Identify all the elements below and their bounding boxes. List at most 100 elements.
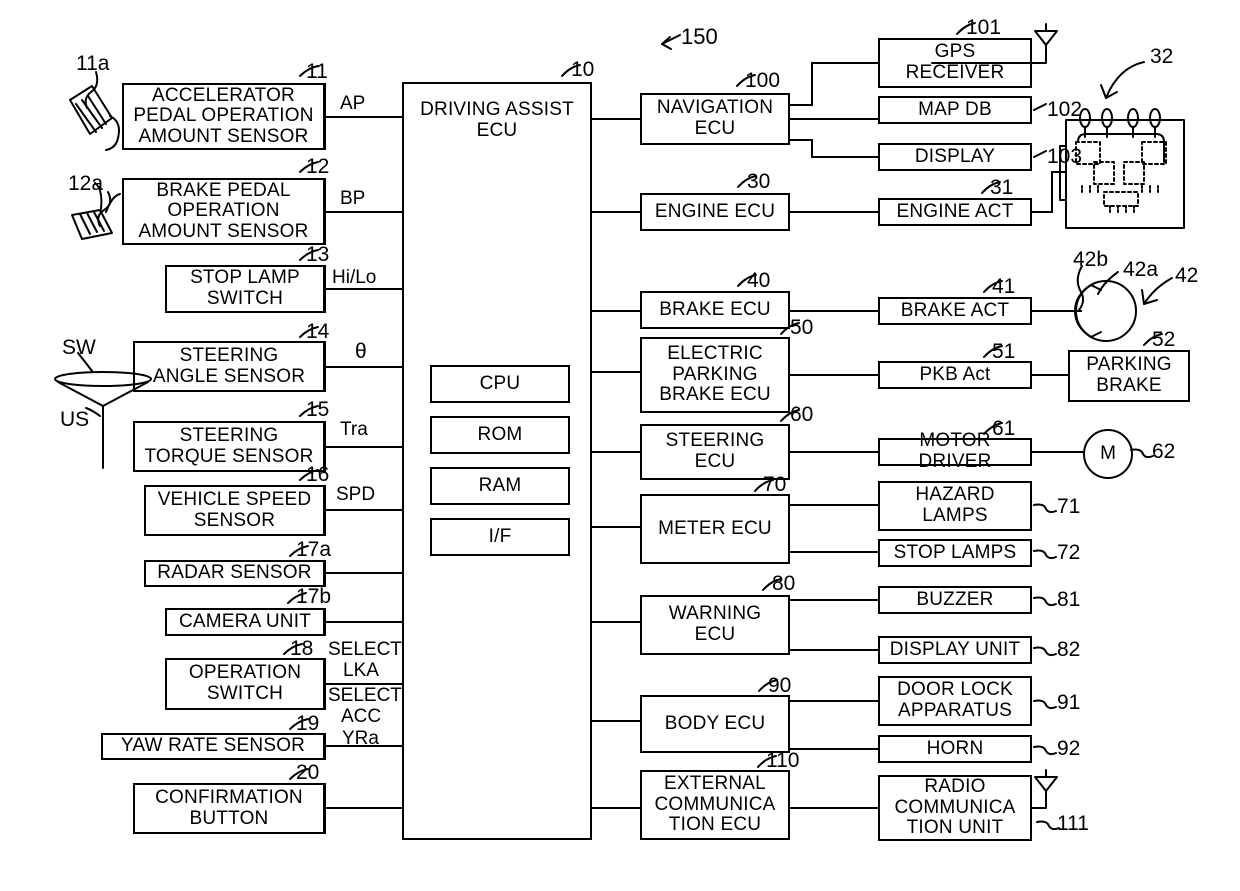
sensor-box-yaw-rate[interactable]: YAW RATE SENSOR bbox=[101, 733, 325, 760]
mid-ecu-label: ELECTRIC PARKING BRAKE ECU bbox=[659, 343, 771, 406]
ref-num-40: 40 bbox=[747, 269, 771, 292]
mid-ecu-meter[interactable]: METER ECU bbox=[640, 494, 790, 564]
signal-label-ap: AP bbox=[340, 93, 366, 114]
device-brake-act[interactable]: BRAKE ACT bbox=[878, 297, 1032, 325]
ref-num-41: 41 bbox=[992, 275, 1016, 298]
mid-ecu-brake[interactable]: BRAKE ECU bbox=[640, 291, 790, 329]
device-label: HORN bbox=[926, 737, 984, 759]
ref-num-102: 102 bbox=[1047, 98, 1083, 121]
device-map-db[interactable]: MAP DB bbox=[878, 96, 1032, 124]
ref-num-70: 70 bbox=[763, 473, 787, 496]
ref-num-11a: 11a bbox=[76, 52, 110, 75]
ref-num-12: 12 bbox=[306, 155, 330, 178]
mid-ecu-electric-parking-brake[interactable]: ELECTRIC PARKING BRAKE ECU bbox=[640, 337, 790, 413]
motor-circle-icon: M bbox=[1083, 429, 1133, 479]
figure-ref-150: 150 bbox=[681, 24, 718, 49]
device-gps-receiver[interactable]: GPS RECEIVER bbox=[878, 38, 1032, 88]
device-pkb-act[interactable]: PKB Act bbox=[878, 361, 1032, 389]
ref-num-30: 30 bbox=[747, 170, 771, 193]
ref-num-20: 20 bbox=[296, 761, 320, 784]
mid-ecu-body[interactable]: BODY ECU bbox=[640, 695, 790, 753]
steering-wheel-label-sw: SW bbox=[62, 336, 96, 359]
ref-num-42b: 42b bbox=[1073, 248, 1109, 271]
device-stop-lamps[interactable]: STOP LAMPS bbox=[878, 539, 1032, 567]
driving-assist-ecu-box[interactable]: DRIVING ASSIST ECU bbox=[402, 82, 592, 840]
mid-ecu-label: BODY ECU bbox=[664, 712, 766, 734]
sensor-label: CONFIRMATION BUTTON bbox=[155, 786, 303, 829]
mid-ecu-steering[interactable]: STEERING ECU bbox=[640, 424, 790, 480]
ref-num-42a: 42a bbox=[1123, 258, 1159, 281]
device-radio-communication-unit[interactable]: RADIO COMMUNICA TION UNIT bbox=[878, 775, 1032, 841]
ref-num-10: 10 bbox=[571, 58, 595, 81]
ref-num-92: 92 bbox=[1057, 737, 1081, 760]
device-display-unit[interactable]: DISPLAY UNIT bbox=[878, 636, 1032, 664]
ref-num-81: 81 bbox=[1057, 588, 1081, 611]
mid-ecu-warning[interactable]: WARNING ECU bbox=[640, 595, 790, 655]
mid-ecu-external-communication[interactable]: EXTERNAL COMMUNICA TION ECU bbox=[640, 770, 790, 840]
sensor-box-radar[interactable]: RADAR SENSOR bbox=[144, 560, 325, 587]
device-display[interactable]: DISPLAY bbox=[878, 143, 1032, 171]
device-hazard-lamps[interactable]: HAZARD LAMPS bbox=[878, 481, 1032, 531]
ref-num-72: 72 bbox=[1057, 541, 1081, 564]
sensor-box-vehicle-speed[interactable]: VEHICLE SPEED SENSOR bbox=[144, 485, 325, 536]
signal-label-theta: θ bbox=[355, 340, 367, 363]
mid-ecu-label: WARNING ECU bbox=[668, 603, 762, 645]
ref-num-101: 101 bbox=[966, 16, 1002, 39]
device-buzzer[interactable]: BUZZER bbox=[878, 586, 1032, 614]
mid-ecu-navigation[interactable]: NAVIGATION ECU bbox=[640, 93, 790, 145]
device-label: RADIO COMMUNICA TION UNIT bbox=[894, 776, 1016, 839]
ref-num-17b: 17b bbox=[296, 585, 332, 608]
motor-symbol: M bbox=[1100, 443, 1116, 464]
mid-ecu-label: ENGINE ECU bbox=[654, 200, 776, 222]
ecu-module-cpu[interactable]: CPU bbox=[430, 365, 570, 403]
ecu-module-if[interactable]: I/F bbox=[430, 518, 570, 556]
signal-label-yra: YRa bbox=[342, 728, 379, 749]
ref-num-42: 42 bbox=[1175, 264, 1199, 287]
device-label: STOP LAMPS bbox=[893, 541, 1017, 563]
ref-num-32: 32 bbox=[1150, 45, 1174, 68]
sensor-box-operation-switch[interactable]: OPERATION SWITCH bbox=[165, 658, 325, 710]
steering-shaft-label-us: US bbox=[60, 408, 90, 431]
ref-num-80: 80 bbox=[772, 572, 796, 595]
mid-ecu-engine[interactable]: ENGINE ECU bbox=[640, 193, 790, 231]
signal-label-select-lka: SELECT LKA bbox=[328, 639, 402, 681]
sensor-box-confirmation-button[interactable]: CONFIRMATION BUTTON bbox=[133, 783, 325, 834]
device-door-lock-apparatus[interactable]: DOOR LOCK APPARATUS bbox=[878, 676, 1032, 726]
signal-label-spd: SPD bbox=[336, 484, 376, 505]
patent-figure-canvas: ACCELERATOR PEDAL OPERATION AMOUNT SENSO… bbox=[0, 0, 1240, 891]
ecu-module-label: CPU bbox=[479, 372, 521, 394]
device-label: DISPLAY UNIT bbox=[889, 638, 1021, 660]
device-engine-act[interactable]: ENGINE ACT bbox=[878, 198, 1032, 226]
ecu-module-label: I/F bbox=[488, 525, 512, 547]
ref-num-17a: 17a bbox=[296, 538, 332, 561]
ref-num-91: 91 bbox=[1057, 691, 1081, 714]
sensor-label: ACCELERATOR PEDAL OPERATION AMOUNT SENSO… bbox=[133, 84, 314, 147]
mid-ecu-label: STEERING ECU bbox=[665, 430, 765, 472]
sensor-box-accelerator-pedal[interactable]: ACCELERATOR PEDAL OPERATION AMOUNT SENSO… bbox=[122, 83, 325, 150]
ref-num-16: 16 bbox=[306, 463, 330, 486]
sensor-label: BRAKE PEDAL OPERATION AMOUNT SENSOR bbox=[138, 179, 309, 242]
sensor-box-steering-angle[interactable]: STEERING ANGLE SENSOR bbox=[133, 341, 325, 392]
device-label: DOOR LOCK APPARATUS bbox=[897, 679, 1013, 721]
ref-num-62: 62 bbox=[1152, 440, 1176, 463]
sensor-box-brake-pedal[interactable]: BRAKE PEDAL OPERATION AMOUNT SENSOR bbox=[122, 178, 325, 245]
sensor-label: YAW RATE SENSOR bbox=[120, 735, 306, 757]
sensor-label: VEHICLE SPEED SENSOR bbox=[157, 488, 312, 531]
device-horn[interactable]: HORN bbox=[878, 735, 1032, 763]
sensor-box-camera-unit[interactable]: CAMERA UNIT bbox=[165, 608, 325, 636]
ecu-module-ram[interactable]: RAM bbox=[430, 467, 570, 505]
device-parking-brake[interactable]: PARKING BRAKE bbox=[1068, 350, 1190, 402]
device-motor-driver[interactable]: MOTOR DRIVER bbox=[878, 431, 1032, 472]
ecu-module-label: ROM bbox=[477, 423, 523, 445]
ref-num-18: 18 bbox=[290, 637, 314, 660]
sensor-box-stop-lamp-switch[interactable]: STOP LAMP SWITCH bbox=[165, 265, 325, 313]
device-label: PKB Act bbox=[919, 363, 991, 385]
sensor-box-steering-torque[interactable]: STEERING TORQUE SENSOR bbox=[133, 421, 325, 472]
ref-num-100: 100 bbox=[745, 69, 781, 92]
ecu-module-rom[interactable]: ROM bbox=[430, 416, 570, 454]
driving-assist-ecu-title: DRIVING ASSIST ECU bbox=[420, 99, 574, 141]
ref-num-19: 19 bbox=[296, 712, 320, 735]
device-label: PARKING BRAKE bbox=[1086, 354, 1172, 396]
ref-num-12a: 12a bbox=[68, 172, 104, 195]
ref-num-111: 111 bbox=[1057, 812, 1089, 835]
